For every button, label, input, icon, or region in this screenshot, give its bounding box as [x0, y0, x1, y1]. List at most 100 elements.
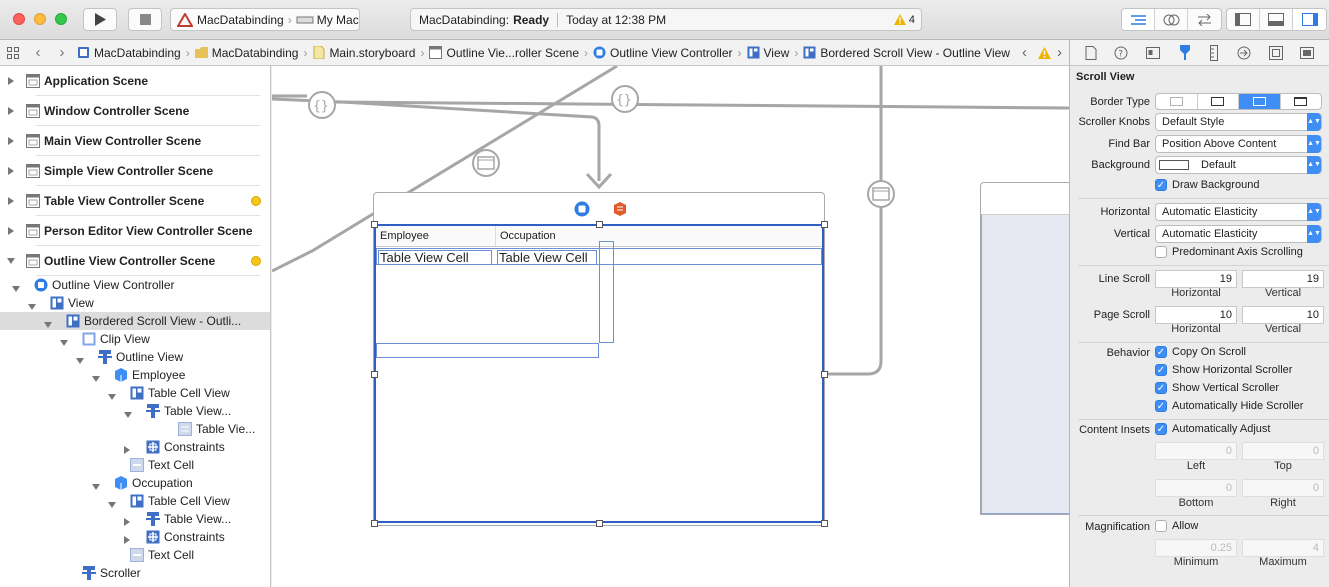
zoom-window-button[interactable]	[55, 13, 67, 25]
outline-scene-row[interactable]: Main View Controller Scene	[0, 126, 270, 156]
jumpbar-item-view[interactable]: View	[744, 46, 793, 60]
column-header-employee[interactable]: Employee	[380, 230, 429, 242]
resize-handle[interactable]	[371, 221, 378, 228]
disclosure-closed-icon[interactable]	[0, 107, 22, 115]
resize-handle[interactable]	[596, 520, 603, 527]
outline-tree-item[interactable]: Text Cell	[0, 546, 270, 564]
inset-right-field[interactable]: 0	[1242, 479, 1324, 497]
first-responder-icon[interactable]	[612, 201, 628, 217]
copy-on-scroll-checkbox[interactable]: ✓ Copy On Scroll	[1155, 346, 1246, 358]
auto-hide-scroller-checkbox[interactable]: ✓ Automatically Hide Scroller	[1155, 400, 1303, 412]
outline-scene-row[interactable]: Person Editor View Controller Scene	[0, 216, 270, 246]
jumpbar-item-controller[interactable]: Outline View Controller	[590, 46, 736, 60]
disclosure-open-icon[interactable]	[12, 281, 20, 295]
column-header-occupation[interactable]: Occupation	[500, 230, 556, 242]
jumpbar-item-storyboard[interactable]: Main.storyboard	[309, 46, 418, 60]
minimize-window-button[interactable]	[34, 13, 46, 25]
disclosure-open-icon[interactable]	[0, 258, 22, 264]
line-scroll-horizontal-field[interactable]: 19	[1155, 270, 1237, 288]
resize-handle[interactable]	[596, 221, 603, 228]
border-groove-button[interactable]	[1281, 94, 1322, 109]
adjacent-scene[interactable]	[980, 182, 1069, 515]
outline-tree-item[interactable]: Outline View	[0, 348, 270, 366]
assistant-editor-button[interactable]	[1155, 9, 1188, 30]
resize-handle[interactable]	[821, 370, 828, 378]
editor-mode-control[interactable]	[1121, 8, 1222, 31]
toggle-debug-button[interactable]	[1260, 9, 1293, 30]
scheme-selector[interactable]: MacDatabinding › My Mac	[170, 8, 360, 31]
outline-tree-item[interactable]: View	[0, 294, 270, 312]
resize-handle[interactable]	[371, 370, 378, 378]
back-button[interactable]: ‹	[26, 44, 50, 61]
outline-tree-item[interactable]: Bordered Scroll View - Outli...	[0, 312, 270, 330]
border-bezel-button[interactable]	[1239, 94, 1281, 109]
disclosure-open-icon[interactable]	[92, 371, 100, 385]
previous-issue-button[interactable]: ‹	[1022, 44, 1027, 61]
outline-tree-item[interactable]: Constraints	[0, 438, 270, 456]
table-view-cell-employee[interactable]: Table View Cell	[378, 250, 492, 265]
version-editor-button[interactable]	[1188, 9, 1221, 30]
disclosure-open-icon[interactable]	[44, 317, 52, 331]
view-effects-inspector-icon[interactable]	[1300, 46, 1315, 59]
view-controller-icon[interactable]	[574, 201, 590, 217]
warning-badge-icon[interactable]	[251, 196, 261, 206]
warnings-indicator[interactable]: 4	[893, 14, 915, 26]
border-type-control[interactable]	[1155, 93, 1322, 110]
close-window-button[interactable]	[13, 13, 25, 25]
warning-icon[interactable]	[1038, 46, 1051, 59]
resize-handle[interactable]	[371, 520, 378, 527]
vertical-elasticity-popup[interactable]: Automatic Elasticity ▲▼	[1155, 225, 1322, 243]
attributes-inspector-icon[interactable]	[1178, 44, 1192, 61]
disclosure-closed-icon[interactable]	[0, 137, 22, 145]
disclosure-open-icon[interactable]	[28, 299, 36, 313]
stop-button[interactable]	[128, 8, 162, 31]
size-inspector-icon[interactable]	[1209, 44, 1219, 61]
outline-tree-item[interactable]: Constraints	[0, 528, 270, 546]
outline-tree-item[interactable]: Outline View Controller	[0, 276, 270, 294]
outline-tree-item[interactable]: Scroller	[0, 564, 270, 582]
bordered-scroll-view[interactable]: Employee Occupation Table View Cell Tabl…	[374, 224, 824, 523]
disclosure-open-icon[interactable]	[108, 497, 116, 511]
magnification-max-field[interactable]: 4	[1242, 539, 1324, 557]
outline-tree-item[interactable]: Occupation	[0, 474, 270, 492]
quick-help-icon[interactable]: ?	[1114, 46, 1128, 60]
border-line-button[interactable]	[1198, 94, 1239, 109]
jumpbar-item-scene[interactable]: Outline Vie...roller Scene	[426, 46, 582, 60]
page-scroll-vertical-field[interactable]: 10	[1242, 306, 1324, 324]
disclosure-closed-icon[interactable]	[0, 77, 22, 85]
run-button[interactable]	[83, 8, 117, 31]
disclosure-open-icon[interactable]	[60, 335, 68, 349]
jumpbar-item-project[interactable]: MacDatabinding	[74, 46, 184, 60]
view-toggle-control[interactable]	[1226, 8, 1327, 31]
jumpbar-item-group[interactable]: MacDatabinding	[192, 46, 302, 60]
related-items-button[interactable]	[0, 46, 26, 59]
inset-left-field[interactable]: 0	[1155, 442, 1237, 460]
allow-magnification-checkbox[interactable]: Allow	[1155, 520, 1198, 532]
disclosure-closed-icon[interactable]	[124, 443, 130, 457]
table-view-cell-occupation[interactable]: Table View Cell	[497, 250, 597, 265]
outline-tree-item[interactable]: Table Cell View	[0, 384, 270, 402]
horizontal-elasticity-popup[interactable]: Automatic Elasticity ▲▼	[1155, 203, 1322, 221]
draw-background-checkbox[interactable]: ✓ Draw Background	[1155, 179, 1259, 191]
disclosure-open-icon[interactable]	[124, 407, 132, 421]
inset-top-field[interactable]: 0	[1242, 442, 1324, 460]
outline-tree-item[interactable]: Table View...	[0, 510, 270, 528]
outline-scene-row[interactable]: Application Scene	[0, 66, 270, 96]
disclosure-closed-icon[interactable]	[0, 197, 22, 205]
outline-scene-row[interactable]: Outline View Controller Scene	[0, 246, 270, 276]
show-horizontal-scroller-checkbox[interactable]: ✓ Show Horizontal Scroller	[1155, 364, 1292, 376]
toggle-utilities-button[interactable]	[1293, 9, 1326, 30]
border-none-button[interactable]	[1156, 94, 1198, 109]
disclosure-closed-icon[interactable]	[124, 515, 130, 529]
identity-inspector-icon[interactable]	[1146, 46, 1161, 59]
bindings-inspector-icon[interactable]	[1268, 45, 1283, 60]
outline-scene-row[interactable]: Simple View Controller Scene	[0, 156, 270, 186]
page-scroll-horizontal-field[interactable]: 10	[1155, 306, 1237, 324]
jumpbar-item-scroll-view[interactable]: Bordered Scroll View - Outline View	[800, 46, 1013, 60]
find-bar-popup[interactable]: Position Above Content ▲▼	[1155, 135, 1322, 153]
line-scroll-vertical-field[interactable]: 19	[1242, 270, 1324, 288]
warning-badge-icon[interactable]	[251, 256, 261, 266]
disclosure-closed-icon[interactable]	[0, 227, 22, 235]
outline-scene-row[interactable]: Table View Controller Scene	[0, 186, 270, 216]
standard-editor-button[interactable]	[1122, 9, 1155, 30]
